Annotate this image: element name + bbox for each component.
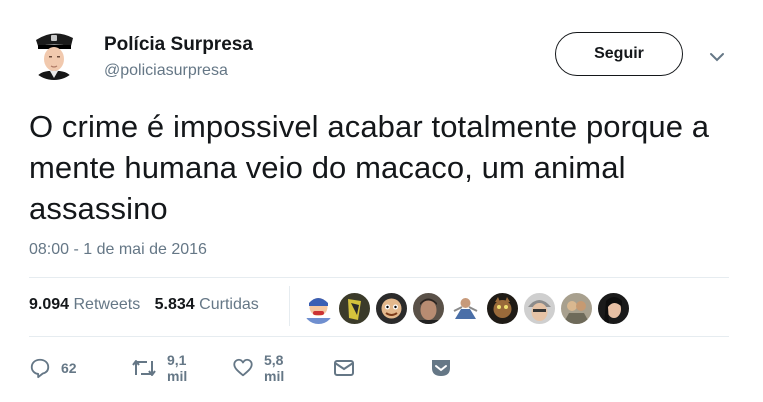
retweet-icon	[131, 357, 157, 379]
stats-separator	[289, 286, 290, 326]
liker-avatar[interactable]	[302, 292, 335, 325]
save-button[interactable]	[430, 355, 452, 381]
retweets-stat[interactable]: 9.094 Retweets	[29, 296, 140, 313]
divider	[29, 277, 729, 278]
likes-label: Curtidas	[199, 296, 259, 313]
liker-avatar[interactable]	[375, 292, 408, 325]
like-button[interactable]: 5,8 mil	[232, 352, 285, 384]
chevron-down-icon[interactable]	[708, 50, 726, 62]
display-name[interactable]: Polícia Surpresa	[104, 34, 253, 56]
reply-icon	[29, 357, 51, 379]
tweet-stats: 9.094 Retweets 5.834 Curtidas	[29, 296, 269, 314]
liker-avatar[interactable]	[486, 292, 519, 325]
retweets-count: 9.094	[29, 296, 70, 313]
direct-message-button[interactable]	[333, 355, 355, 381]
retweet-button[interactable]: 9,1 mil	[131, 352, 188, 384]
retweets-label: Retweets	[73, 296, 141, 313]
divider	[29, 336, 729, 337]
retweet-count: 9,1 mil	[167, 352, 188, 384]
heart-icon	[232, 357, 254, 379]
reply-count: 62	[61, 360, 77, 376]
follow-button[interactable]: Seguir	[555, 32, 683, 76]
liker-avatar[interactable]	[597, 292, 630, 325]
liker-avatar[interactable]	[560, 292, 593, 325]
liker-avatar[interactable]	[449, 292, 482, 325]
save-icon	[430, 358, 452, 378]
liker-avatar[interactable]	[412, 292, 445, 325]
like-count: 5,8 mil	[264, 352, 285, 384]
envelope-icon	[333, 358, 355, 378]
likes-stat[interactable]: 5.834 Curtidas	[155, 296, 259, 313]
reply-button[interactable]: 62	[29, 355, 77, 381]
liker-avatar[interactable]	[338, 292, 371, 325]
user-handle[interactable]: @policiasurpresa	[104, 62, 228, 80]
avatar[interactable]	[27, 26, 81, 80]
tweet-text: O crime é impossivel acabar totalmente p…	[29, 109, 710, 226]
tweet-timestamp[interactable]: 08:00 - 1 de mai de 2016	[29, 241, 207, 259]
liker-avatar[interactable]	[523, 292, 556, 325]
likes-count: 5.834	[154, 296, 195, 313]
